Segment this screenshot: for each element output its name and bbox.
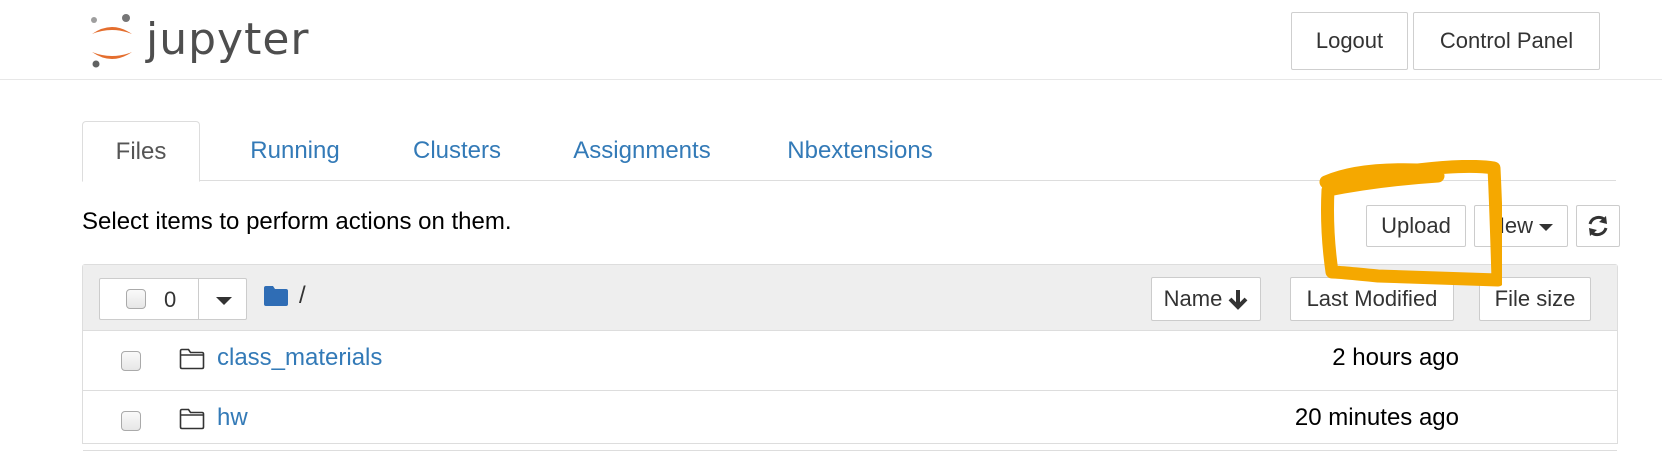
list-item[interactable]: class_materials 2 hours ago — [83, 331, 1617, 391]
arrow-down-icon — [1228, 290, 1248, 310]
divider — [198, 279, 199, 319]
tab-files[interactable]: Files — [82, 121, 200, 182]
row-modified: 2 hours ago — [1332, 344, 1459, 371]
select-all-checkbox[interactable] — [126, 289, 146, 309]
tab-bar: Files Running Clusters Assignments Nbext… — [82, 121, 1616, 182]
chevron-down-icon[interactable] — [216, 297, 232, 305]
sort-name-button[interactable]: Name — [1151, 277, 1261, 321]
new-dropdown-button[interactable]: New — [1474, 205, 1568, 247]
refresh-icon — [1588, 215, 1608, 237]
folder-icon — [179, 408, 205, 430]
tab-clusters[interactable]: Clusters — [390, 121, 524, 181]
instruction-text: Select items to perform actions on them. — [82, 208, 512, 235]
new-label: New — [1488, 213, 1533, 238]
row-checkbox[interactable] — [121, 351, 141, 371]
chevron-down-icon — [1539, 223, 1553, 231]
breadcrumb-root[interactable]: / — [299, 282, 306, 310]
list-item[interactable]: hw 20 minutes ago — [83, 391, 1617, 451]
refresh-button[interactable] — [1576, 205, 1620, 247]
jupyter-logo-icon — [91, 14, 132, 68]
top-header: jupyter Logout Control Panel — [0, 0, 1662, 80]
sort-last-modified-button[interactable]: Last Modified — [1290, 277, 1454, 321]
folder-icon — [179, 348, 205, 370]
selected-count: 0 — [164, 287, 177, 312]
logout-button[interactable]: Logout — [1291, 12, 1408, 70]
folder-icon[interactable] — [263, 285, 289, 307]
logo-text: jupyter — [146, 14, 310, 65]
row-name-link[interactable]: hw — [217, 404, 248, 432]
select-all-group[interactable]: 0 — [99, 278, 247, 320]
file-list-header: 0 / Name Last Modified File size — [83, 265, 1617, 331]
control-panel-button[interactable]: Control Panel — [1413, 12, 1600, 70]
breadcrumb: / — [263, 282, 306, 310]
row-checkbox[interactable] — [121, 411, 141, 431]
tab-nbextensions[interactable]: Nbextensions — [760, 121, 960, 181]
upload-button[interactable]: Upload — [1366, 205, 1466, 247]
file-list-panel: 0 / Name Last Modified File size class_m… — [82, 264, 1618, 451]
row-modified: 20 minutes ago — [1294, 404, 1459, 431]
sort-file-size-button[interactable]: File size — [1479, 277, 1591, 321]
tab-running[interactable]: Running — [220, 121, 370, 181]
sort-name-label: Name — [1163, 286, 1223, 311]
row-name-link[interactable]: class_materials — [217, 344, 382, 372]
jupyter-logo[interactable]: jupyter — [88, 12, 310, 72]
tab-assignments[interactable]: Assignments — [544, 121, 740, 181]
